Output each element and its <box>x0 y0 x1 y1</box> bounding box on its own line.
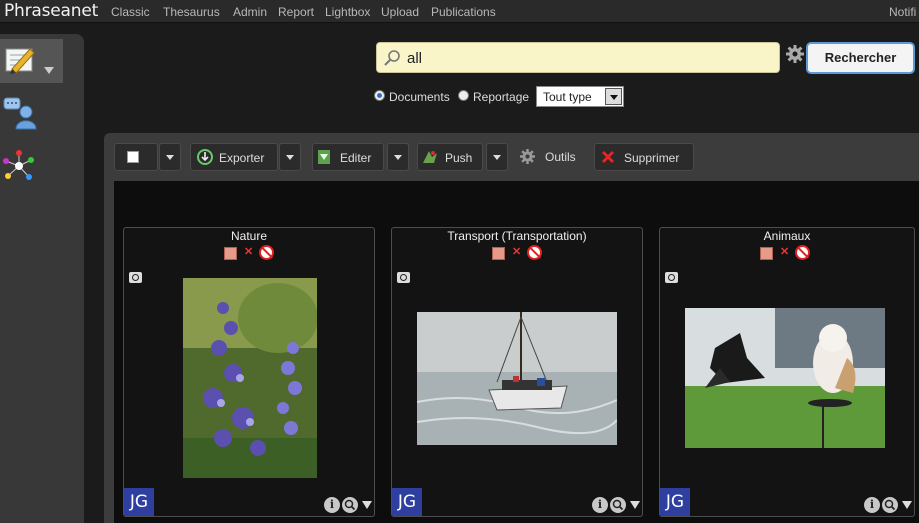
results-toolbar: Exporter Editer Push Outils Supprimer <box>104 133 919 180</box>
search-button[interactable]: Rechercher <box>806 42 915 74</box>
results-panel: Exporter Editer Push Outils Supprimer Na… <box>104 133 919 523</box>
card-actions: i <box>324 497 372 513</box>
nav-publications[interactable]: Publications <box>431 5 496 19</box>
select-checkbox[interactable] <box>760 247 773 260</box>
select-all-checkbox[interactable] <box>127 151 139 163</box>
close-icon[interactable]: ✕ <box>780 245 789 258</box>
top-navigation-bar: Phraseanet Classic Thesaurus Admin Repor… <box>0 0 919 23</box>
search-box[interactable] <box>376 42 780 73</box>
type-select[interactable]: Tout type <box>536 86 624 107</box>
edit-notes-icon <box>5 48 35 74</box>
zoom-icon[interactable] <box>342 497 358 513</box>
magnifier-icon <box>884 499 896 511</box>
info-icon[interactable]: i <box>324 497 340 513</box>
export-label: Exporter <box>219 151 265 165</box>
chevron-down-icon[interactable] <box>630 501 640 509</box>
card-actions: i <box>864 497 912 513</box>
card-controls: ✕ <box>660 245 914 261</box>
select-menu-button[interactable] <box>159 143 181 171</box>
card-title: Transport (Transportation) <box>447 229 587 243</box>
nav-upload[interactable]: Upload <box>381 5 419 19</box>
nav-classic[interactable]: Classic <box>111 5 150 19</box>
delete-button[interactable]: Supprimer <box>594 143 694 171</box>
card-title: Nature <box>230 229 268 243</box>
edit-label: Editer <box>340 151 372 165</box>
thumbnail-image[interactable] <box>417 312 617 445</box>
delete-icon <box>602 151 614 163</box>
edit-menu-button[interactable] <box>387 143 409 171</box>
left-sidebar <box>0 34 84 523</box>
sidebar-edit-item[interactable] <box>0 39 63 83</box>
app-brand[interactable]: Phraseanet <box>4 1 98 21</box>
forbidden-icon[interactable] <box>527 245 542 260</box>
nav-lightbox[interactable]: Lightbox <box>325 5 370 19</box>
card-actions: i <box>592 497 640 513</box>
nav-notifications[interactable]: Notifi <box>889 5 916 19</box>
avatar: JG <box>392 488 422 516</box>
camera-icon <box>129 272 142 283</box>
push-label: Push <box>445 151 473 165</box>
camera-icon <box>397 272 410 283</box>
delete-label: Supprimer <box>624 151 680 165</box>
network-graph-icon[interactable] <box>3 150 35 182</box>
search-icon <box>384 50 400 66</box>
avatar: JG <box>660 488 690 516</box>
edit-button[interactable]: Editer <box>312 143 384 171</box>
push-button[interactable]: Push <box>417 143 483 171</box>
magnifier-icon <box>612 499 624 511</box>
nav-report[interactable]: Report <box>278 5 314 19</box>
forbidden-icon[interactable] <box>259 245 274 260</box>
gear-icon <box>520 149 535 164</box>
avatar: JG <box>124 488 154 516</box>
export-menu-button[interactable] <box>279 143 301 171</box>
gear-icon[interactable] <box>786 45 804 63</box>
radio-documents-label[interactable]: Documents <box>389 90 450 104</box>
edit-icon <box>318 150 330 164</box>
card-title: Animaux <box>763 229 811 243</box>
result-card[interactable]: Animaux ✕ JG i <box>659 227 915 517</box>
nav-admin[interactable]: Admin <box>233 5 267 19</box>
chevron-down-icon[interactable] <box>362 501 372 509</box>
card-controls: ✕ <box>392 245 642 261</box>
select-all-button[interactable] <box>114 143 158 171</box>
results-grid: Nature ✕ JG i Transport (Transportation)… <box>114 181 919 523</box>
chevron-down-icon[interactable] <box>902 501 912 509</box>
push-icon <box>423 151 437 163</box>
radio-reportage-label[interactable]: Reportage <box>473 90 529 104</box>
tools-label: Outils <box>545 150 576 164</box>
nav-thesaurus[interactable]: Thesaurus <box>163 5 220 19</box>
thumbnail-image[interactable] <box>685 308 885 448</box>
tools-button[interactable]: Outils <box>518 143 582 171</box>
export-icon <box>197 149 213 165</box>
radio-documents[interactable] <box>374 90 385 101</box>
zoom-icon[interactable] <box>882 497 898 513</box>
export-button[interactable]: Exporter <box>190 143 278 171</box>
users-chat-icon[interactable] <box>3 96 39 130</box>
chevron-down-icon[interactable] <box>44 67 54 75</box>
zoom-icon[interactable] <box>610 497 626 513</box>
radio-reportage[interactable] <box>458 90 469 101</box>
close-icon[interactable]: ✕ <box>244 245 253 258</box>
info-icon[interactable]: i <box>592 497 608 513</box>
magnifier-icon <box>344 499 356 511</box>
search-input[interactable] <box>407 48 767 68</box>
type-select-value: Tout type <box>543 90 592 104</box>
select-checkbox[interactable] <box>492 247 505 260</box>
result-card[interactable]: Transport (Transportation) ✕ JG i <box>391 227 643 517</box>
camera-icon <box>665 272 678 283</box>
info-icon[interactable]: i <box>864 497 880 513</box>
result-card[interactable]: Nature ✕ JG i <box>123 227 375 517</box>
card-controls: ✕ <box>124 245 374 261</box>
push-menu-button[interactable] <box>486 143 508 171</box>
close-icon[interactable]: ✕ <box>512 245 521 258</box>
select-checkbox[interactable] <box>224 247 237 260</box>
forbidden-icon[interactable] <box>795 245 810 260</box>
chevron-down-icon[interactable] <box>605 88 622 105</box>
thumbnail-image[interactable] <box>183 278 317 478</box>
